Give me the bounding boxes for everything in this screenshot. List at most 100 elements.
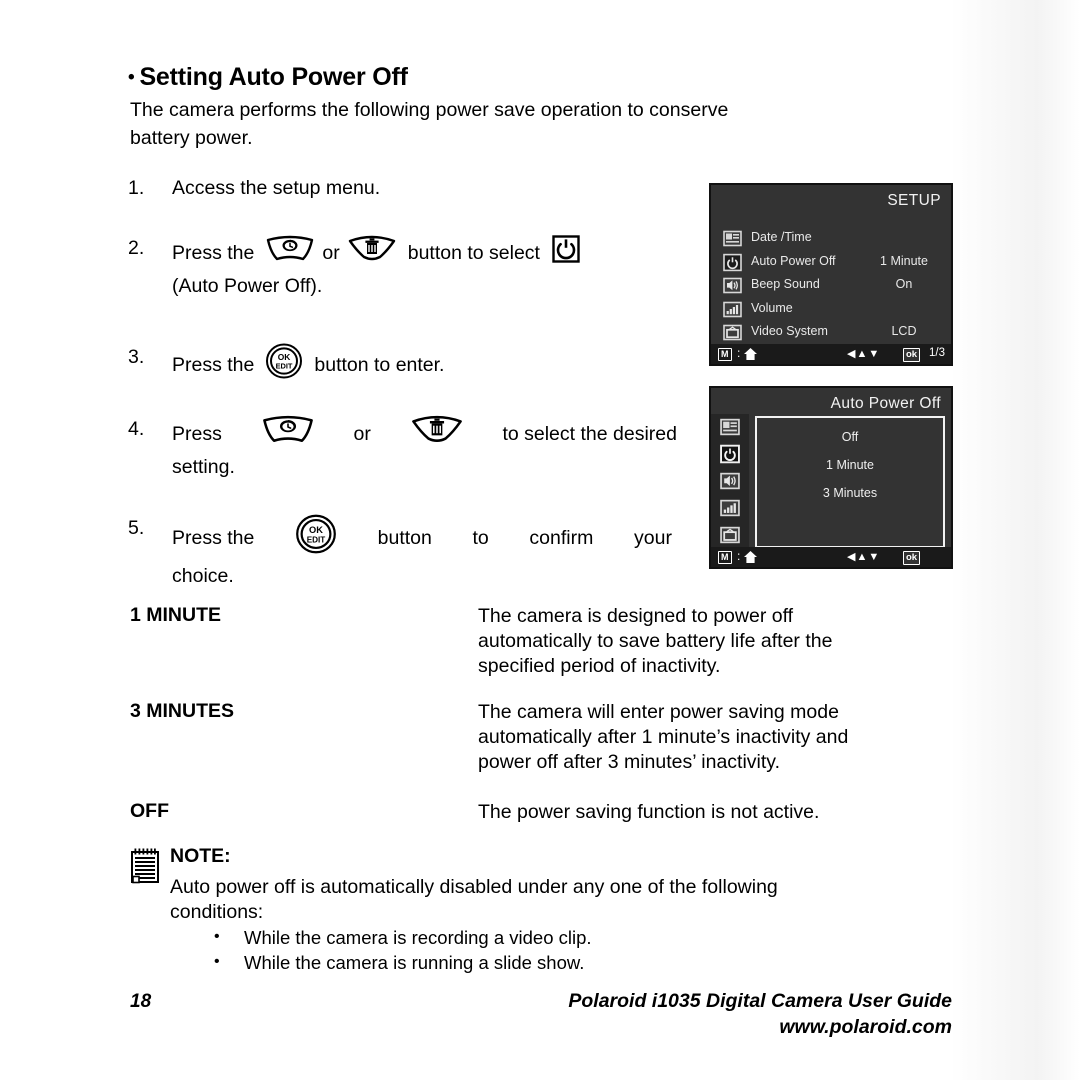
power-icon bbox=[723, 253, 742, 277]
step-1-number: 1. bbox=[128, 177, 145, 199]
svg-text:EDIT: EDIT bbox=[276, 362, 293, 371]
heading-text: Setting Auto Power Off bbox=[139, 63, 408, 91]
step-4-text-mid: or bbox=[353, 423, 371, 445]
statusbar-colon: : bbox=[737, 549, 741, 563]
menu-label: Beep Sound bbox=[751, 277, 820, 291]
menu-label: Video System bbox=[751, 324, 828, 338]
menu-value: LCD bbox=[891, 324, 917, 338]
step-2-number: 2. bbox=[128, 237, 145, 259]
setup-menu-rows: Date /Time Auto Power Off 1 Minute Beep … bbox=[711, 227, 951, 345]
speaker-icon[interactable] bbox=[720, 471, 740, 496]
intro-line-2: battery power. bbox=[130, 127, 253, 149]
speaker-icon bbox=[723, 276, 742, 300]
self-timer-button-icon bbox=[265, 235, 315, 271]
mode-button-chip[interactable]: M bbox=[718, 551, 732, 564]
list-item: While the camera is running a slide show… bbox=[170, 949, 952, 975]
note-body-line-1: Auto power off is automatically disabled… bbox=[170, 876, 778, 898]
definition-desc-1-minute: The camera is designed to power off auto… bbox=[478, 604, 950, 679]
date-time-icon[interactable] bbox=[720, 417, 740, 442]
step-5-word-button: button bbox=[377, 527, 432, 549]
navigation-arrows-icon: ◀▲▼ bbox=[847, 348, 881, 360]
step-5: 5. Press the OK EDIT button to confirm y… bbox=[128, 514, 672, 590]
menu-row-auto-power-off[interactable]: Auto Power Off 1 Minute bbox=[711, 251, 951, 275]
option-1-minute[interactable]: 1 Minute bbox=[757, 458, 943, 472]
menu-value: On bbox=[895, 277, 913, 291]
ok-button-chip[interactable]: ok bbox=[903, 551, 921, 565]
list-item: While the camera is recording a video cl… bbox=[170, 924, 952, 950]
menu-label: Auto Power Off bbox=[751, 253, 836, 268]
menu-row-beep-sound[interactable]: Beep Sound On bbox=[711, 274, 951, 298]
menu-row-volume[interactable]: Volume bbox=[711, 298, 951, 322]
note-bullet-list: While the camera is recording a video cl… bbox=[170, 924, 952, 975]
definition-desc-line: automatically after 1 minute’s inactivit… bbox=[478, 726, 849, 748]
step-1: 1. Access the setup menu. bbox=[128, 174, 558, 202]
definition-desc-line: power off after 3 minutes’ inactivity. bbox=[478, 751, 781, 773]
date-time-icon bbox=[723, 229, 742, 253]
lcd-auto-power-off-statusbar: M : ◀▲▼ ok bbox=[711, 547, 951, 567]
ok-edit-button-icon: OK EDIT bbox=[265, 343, 303, 387]
intro-line-1: The camera performs the following power … bbox=[130, 99, 729, 121]
home-icon bbox=[743, 347, 758, 366]
menu-row-date-time[interactable]: Date /Time bbox=[711, 227, 951, 251]
step-5-word-your: your bbox=[634, 527, 672, 549]
definition-desc-line: specified period of inactivity. bbox=[478, 655, 721, 677]
step-4: 4. Press or to select the desired settin… bbox=[128, 415, 677, 481]
step-5-word-confirm: confirm bbox=[529, 527, 594, 549]
lcd-setup-statusbar: M : ◀▲▼ ok 1/3 bbox=[711, 344, 951, 364]
definition-desc-line: The power saving function is not active. bbox=[478, 801, 820, 823]
step-5-word-to: to bbox=[472, 527, 489, 549]
power-symbol-icon bbox=[551, 234, 581, 272]
step-3: 3. Press the OK EDIT button to enter. bbox=[128, 343, 558, 387]
navigation-arrows-icon: ◀▲▼ bbox=[847, 551, 881, 563]
page-indicator: 1/3 bbox=[929, 347, 945, 359]
menu-label: Volume bbox=[751, 300, 793, 315]
note-title: NOTE: bbox=[170, 845, 231, 867]
heading-bullet-icon: • bbox=[128, 67, 135, 88]
footer-guide-title: Polaroid i1035 Digital Camera User Guide bbox=[568, 990, 952, 1012]
step-4-line-2: setting. bbox=[172, 456, 235, 478]
step-5-line-2: choice. bbox=[172, 565, 234, 587]
menu-value: 1 Minute bbox=[880, 253, 928, 268]
lcd-setup-title: SETUP bbox=[887, 192, 941, 209]
step-2-text-pre: Press the bbox=[172, 242, 255, 264]
step-2-text-post: button to select bbox=[407, 242, 540, 264]
volume-bars-icon[interactable] bbox=[720, 498, 740, 523]
lcd-side-icon-strip bbox=[711, 414, 749, 550]
step-4-text-post: to select the desired bbox=[502, 423, 677, 445]
step-4-number: 4. bbox=[128, 418, 145, 440]
definition-desc-3-minutes: The camera will enter power saving mode … bbox=[478, 700, 950, 775]
notepad-icon bbox=[130, 848, 160, 889]
power-icon[interactable] bbox=[720, 444, 740, 469]
mode-button-chip[interactable]: M bbox=[718, 348, 732, 361]
svg-text:OK: OK bbox=[309, 525, 323, 535]
option-off[interactable]: Off bbox=[757, 430, 943, 444]
ok-edit-button-icon: OK EDIT bbox=[295, 514, 337, 562]
definition-desc-line: The camera will enter power saving mode bbox=[478, 701, 839, 723]
lcd-screenshot-setup-menu: SETUP Date /Time Auto Power Off 1 Minute… bbox=[709, 183, 953, 366]
definition-term-1-minute: 1 MINUTE bbox=[130, 604, 222, 626]
note-body-line-2: conditions: bbox=[170, 901, 264, 923]
footer-website: www.polaroid.com bbox=[779, 1016, 952, 1038]
step-3-text-pre: Press the bbox=[172, 354, 255, 376]
menu-row-video-system[interactable]: Video System LCD bbox=[711, 321, 951, 345]
step-2-text-mid: or bbox=[322, 242, 340, 264]
delete-button-icon bbox=[347, 235, 397, 271]
lcd-screenshot-auto-power-off: Auto Power Off Off 1 Minute 3 Minutes M … bbox=[709, 386, 953, 569]
home-icon bbox=[743, 550, 758, 569]
menu-label: Date /Time bbox=[751, 230, 812, 244]
step-2-line-2: (Auto Power Off). bbox=[172, 275, 323, 297]
definition-term-3-minutes: 3 MINUTES bbox=[130, 700, 235, 722]
step-3-text-post: button to enter. bbox=[314, 354, 445, 376]
note-body: Auto power off is automatically disabled… bbox=[170, 875, 952, 925]
step-5-number: 5. bbox=[128, 517, 145, 539]
definition-term-off: OFF bbox=[130, 800, 169, 822]
volume-bars-icon bbox=[723, 300, 742, 324]
statusbar-colon: : bbox=[737, 346, 741, 360]
delete-button-icon bbox=[410, 415, 464, 453]
option-3-minutes[interactable]: 3 Minutes bbox=[757, 486, 943, 500]
ok-button-chip[interactable]: ok bbox=[903, 348, 921, 362]
step-2: 2. Press the or button to select (Auto P… bbox=[128, 234, 688, 300]
document-page: • Setting Auto Power Off The camera perfo… bbox=[0, 0, 1080, 1080]
intro-paragraph: The camera performs the following power … bbox=[130, 96, 950, 152]
svg-text:OK: OK bbox=[278, 352, 291, 362]
